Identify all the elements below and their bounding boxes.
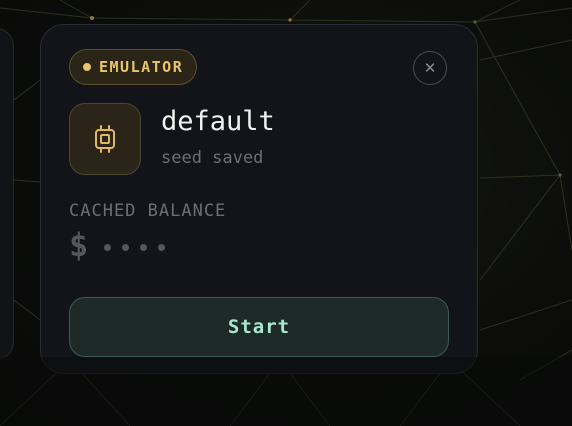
balance-value: $	[69, 225, 166, 265]
mask-dot	[158, 243, 166, 251]
badge-label: EMULATOR	[99, 58, 184, 76]
profile-name: default	[161, 106, 275, 137]
profile-status: seed saved	[161, 148, 264, 168]
mask-dot	[122, 243, 130, 251]
status-dot-icon	[83, 63, 91, 71]
close-icon: ✕	[423, 59, 437, 77]
emulator-badge: EMULATOR	[69, 49, 198, 85]
adjacent-card	[0, 28, 14, 360]
close-button[interactable]: ✕	[413, 51, 447, 85]
balance-label: CACHED BALANCE	[69, 201, 227, 221]
bottom-overlay	[0, 357, 572, 426]
app-stage: EMULATOR ✕ default seed saved CACHED BAL…	[0, 0, 572, 426]
device-icon-box	[69, 103, 141, 175]
chip-icon	[95, 125, 115, 153]
masked-balance-dots	[104, 243, 166, 251]
currency-symbol: $	[69, 226, 89, 264]
profile-card: EMULATOR ✕ default seed saved CACHED BAL…	[40, 24, 478, 374]
start-button[interactable]: Start	[69, 297, 449, 357]
mask-dot	[104, 243, 112, 251]
mask-dot	[140, 243, 148, 251]
